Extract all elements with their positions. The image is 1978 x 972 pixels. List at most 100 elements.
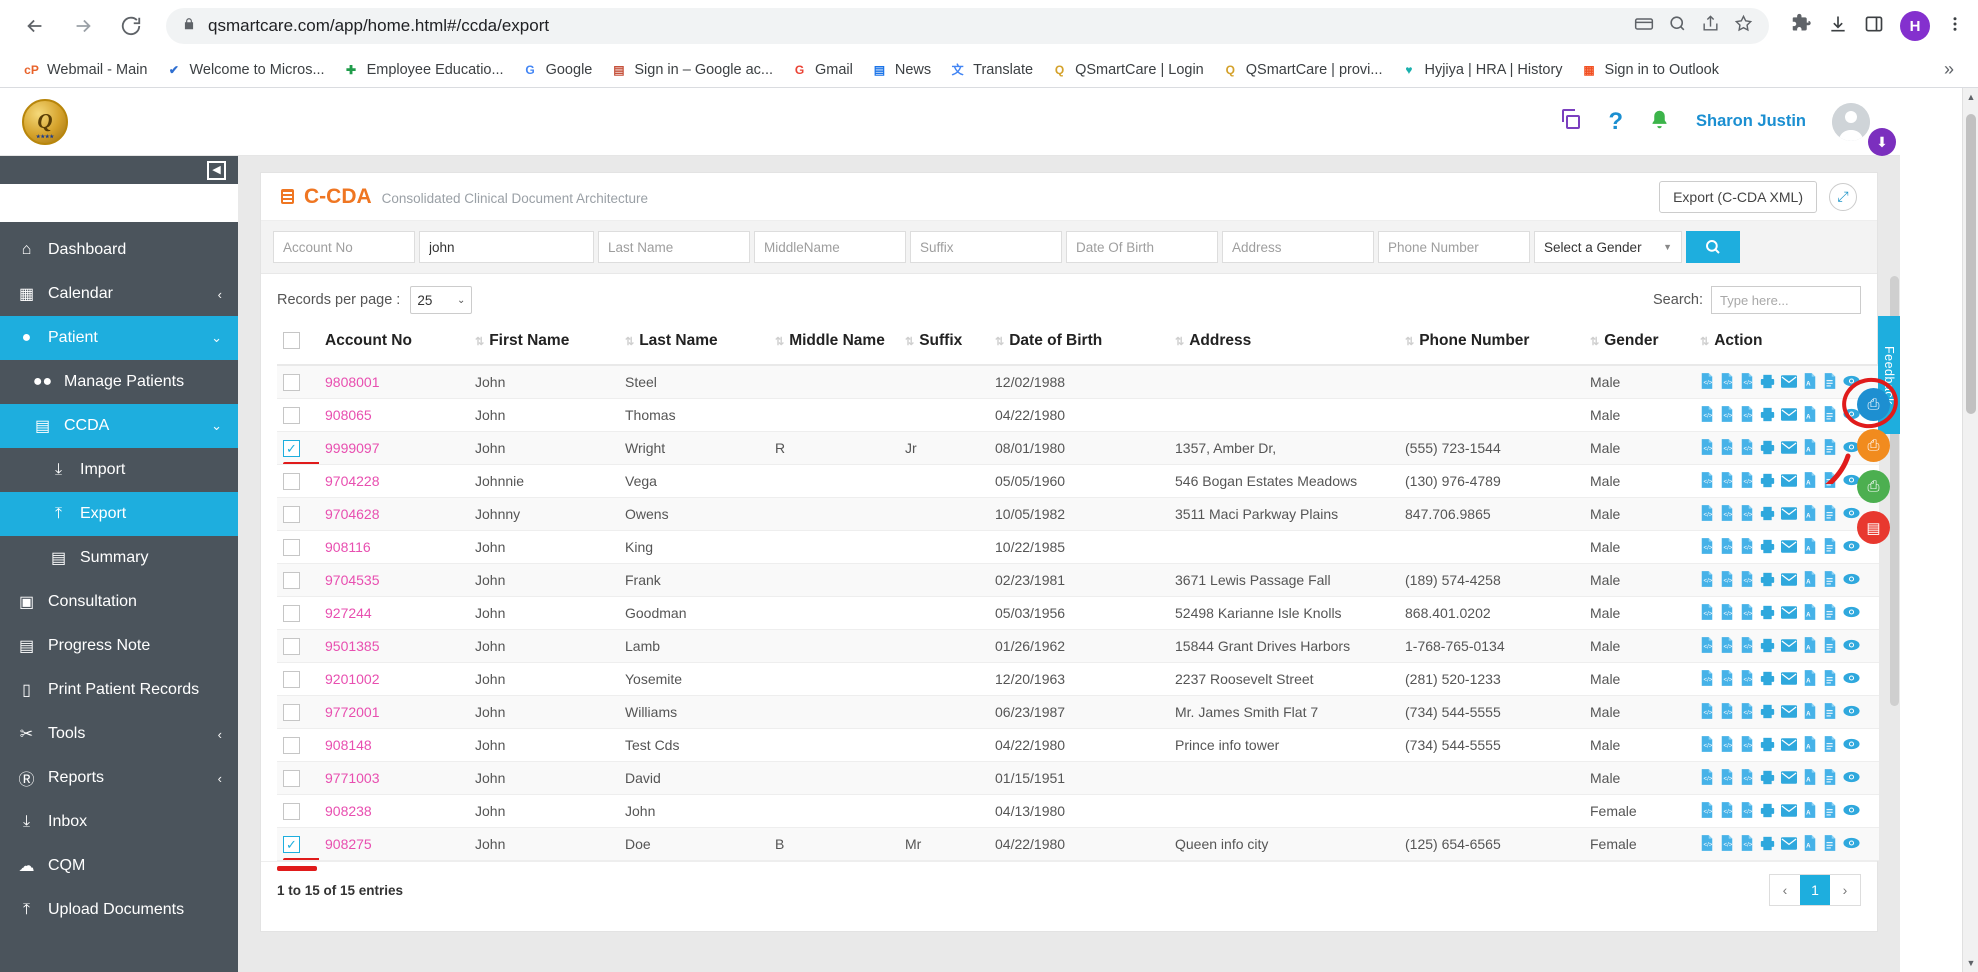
ccd-file-icon[interactable]: </>	[1740, 505, 1754, 523]
cell-account-no[interactable]: 908065	[319, 398, 469, 432]
help-icon[interactable]: ?	[1608, 109, 1623, 134]
ccd-file-icon[interactable]: </>	[1720, 703, 1734, 721]
panel-scrollbar[interactable]	[1890, 156, 1899, 856]
sidebar-item-export[interactable]: ⤒ Export	[0, 492, 238, 536]
ccd-file-icon[interactable]: </>	[1720, 670, 1734, 688]
address-bar[interactable]: qsmartcare.com/app/home.html#/ccda/expor…	[166, 8, 1769, 44]
table-row[interactable]: 9771003 John David 01/15/1951 Male </> </> </> A	[277, 761, 1879, 795]
pdf-icon[interactable]: A	[1803, 802, 1817, 820]
cell-account-no[interactable]: 9771003	[319, 761, 469, 795]
extensions-icon[interactable]	[1791, 13, 1812, 39]
ccd-file-icon[interactable]: </>	[1700, 736, 1714, 754]
table-row[interactable]: 908238 John John 04/13/1980 Female </> </> </> A	[277, 794, 1879, 828]
pdf-icon[interactable]: A	[1803, 835, 1817, 853]
select-all-checkbox[interactable]	[283, 332, 300, 350]
email-icon[interactable]	[1781, 539, 1797, 555]
ccd-file-icon[interactable]: </>	[1740, 604, 1754, 622]
text-file-icon[interactable]	[1823, 637, 1837, 655]
eye-icon[interactable]	[1843, 672, 1860, 686]
print-icon[interactable]	[1760, 506, 1775, 523]
cell-account-no[interactable]: 927244	[319, 596, 469, 630]
bookmark-item[interactable]: G Gmail	[782, 57, 862, 82]
bookmark-item[interactable]: cP Webmail - Main	[14, 57, 156, 82]
pdf-red-fab[interactable]: ▤	[1857, 511, 1890, 544]
ccd-file-icon[interactable]: </>	[1740, 670, 1754, 688]
ccd-file-icon[interactable]: </>	[1700, 802, 1714, 820]
row-checkbox[interactable]	[283, 769, 300, 787]
pdf-icon[interactable]: A	[1803, 637, 1817, 655]
pdf-icon[interactable]: A	[1803, 505, 1817, 523]
cell-account-no[interactable]: 9704628	[319, 497, 469, 531]
print-icon[interactable]	[1760, 374, 1775, 391]
sidebar-item-calendar[interactable]: ▦ Calendar ‹	[0, 272, 238, 316]
cell-account-no[interactable]: 9808001	[319, 365, 469, 399]
bookmark-item[interactable]: ▤ Sign in – Google ac...	[601, 57, 782, 82]
row-checkbox[interactable]	[283, 703, 300, 721]
eye-icon[interactable]	[1843, 606, 1860, 620]
ccd-file-icon[interactable]: </>	[1740, 538, 1754, 556]
phone-filter-input[interactable]	[1378, 231, 1530, 263]
col-dob[interactable]: ⇅ Date of Birth	[989, 324, 1169, 366]
sidebar-item-progress-note[interactable]: ▤ Progress Note	[0, 624, 238, 668]
col-middle-name[interactable]: ⇅ Middle Name	[769, 324, 899, 366]
sidebar-item-import[interactable]: ⤓ Import	[0, 448, 238, 492]
ccd-file-icon[interactable]: </>	[1700, 637, 1714, 655]
ccd-file-icon[interactable]: </>	[1700, 835, 1714, 853]
col-account-no[interactable]: Account No	[319, 324, 469, 366]
expand-icon[interactable]: ⤢	[1829, 182, 1857, 211]
address-filter-input[interactable]	[1222, 231, 1374, 263]
email-icon[interactable]	[1781, 638, 1797, 654]
text-file-icon[interactable]	[1823, 571, 1837, 589]
table-row[interactable]: 908148 John Test Cds 04/22/1980 Prince info …	[277, 728, 1879, 762]
row-checkbox[interactable]	[283, 670, 300, 688]
bookmark-item[interactable]: Q QSmartCare | provi...	[1213, 57, 1392, 82]
sidebar-item-dashboard[interactable]: ⌂ Dashboard	[0, 228, 238, 272]
scroll-down-arrow[interactable]: ▼	[1963, 954, 1978, 972]
cell-account-no[interactable]: 9501385	[319, 629, 469, 663]
row-checkbox[interactable]	[283, 472, 300, 490]
text-file-icon[interactable]	[1823, 802, 1837, 820]
text-file-icon[interactable]	[1823, 505, 1837, 523]
ccd-file-icon[interactable]: </>	[1740, 637, 1754, 655]
page-prev-button[interactable]: ‹	[1770, 875, 1800, 905]
table-row[interactable]: 9808001 John Steel 12/02/1988 Male </> </> </> A	[277, 365, 1879, 399]
table-row[interactable]: 927244 John Goodman 05/03/1956 52498 Kariann…	[277, 596, 1879, 630]
table-row[interactable]: 9704628 Johnny Owens 10/05/1982 3511 Maci Pa…	[277, 497, 1879, 531]
ccd-file-icon[interactable]: </>	[1720, 505, 1734, 523]
col-action[interactable]: ⇅ Action	[1694, 324, 1879, 366]
print-icon[interactable]	[1760, 572, 1775, 589]
table-row[interactable]: 9501385 John Lamb 01/26/1962 15844 Grant Dri…	[277, 629, 1879, 663]
ccd-file-icon[interactable]: </>	[1740, 373, 1754, 391]
page-1-button[interactable]: 1	[1800, 875, 1830, 905]
bookmark-item[interactable]: ✔ Welcome to Micros...	[156, 57, 333, 82]
table-search-input[interactable]	[1711, 286, 1861, 314]
col-last-name[interactable]: ⇅ Last Name	[619, 324, 769, 366]
pdf-icon[interactable]: A	[1803, 670, 1817, 688]
ccd-file-icon[interactable]: </>	[1720, 571, 1734, 589]
search-in-page-icon[interactable]	[1668, 14, 1687, 38]
share-icon[interactable]	[1701, 14, 1720, 38]
sidebar-item-summary[interactable]: ▤ Summary	[0, 536, 238, 580]
print-icon[interactable]	[1760, 770, 1775, 787]
bookmark-item[interactable]: Q QSmartCare | Login	[1042, 57, 1213, 82]
pdf-icon[interactable]: A	[1803, 769, 1817, 787]
cell-account-no[interactable]: 9704228	[319, 464, 469, 498]
table-row[interactable]: 9201002 John Yosemite 12/20/1963 2237 Roosev…	[277, 662, 1879, 696]
dob-filter-input[interactable]	[1066, 231, 1218, 263]
ccd-file-icon[interactable]: </>	[1720, 604, 1734, 622]
cell-account-no[interactable]: 908238	[319, 794, 469, 828]
pdf-icon[interactable]: A	[1803, 373, 1817, 391]
ccd-file-icon[interactable]: </>	[1740, 736, 1754, 754]
ccd-file-icon[interactable]: </>	[1720, 472, 1734, 490]
ccd-file-icon[interactable]: </>	[1720, 802, 1734, 820]
cell-account-no[interactable]: 908116	[319, 530, 469, 564]
pdf-icon[interactable]: A	[1803, 703, 1817, 721]
text-file-icon[interactable]	[1823, 703, 1837, 721]
cell-account-no[interactable]: 9772001	[319, 695, 469, 729]
text-file-icon[interactable]	[1823, 538, 1837, 556]
forward-button[interactable]	[62, 5, 104, 47]
pdf-icon[interactable]: A	[1803, 538, 1817, 556]
bookmarks-overflow-button[interactable]: »	[1934, 59, 1964, 80]
pdf-icon[interactable]: A	[1803, 571, 1817, 589]
user-name-label[interactable]: Sharon Justin	[1696, 112, 1806, 131]
